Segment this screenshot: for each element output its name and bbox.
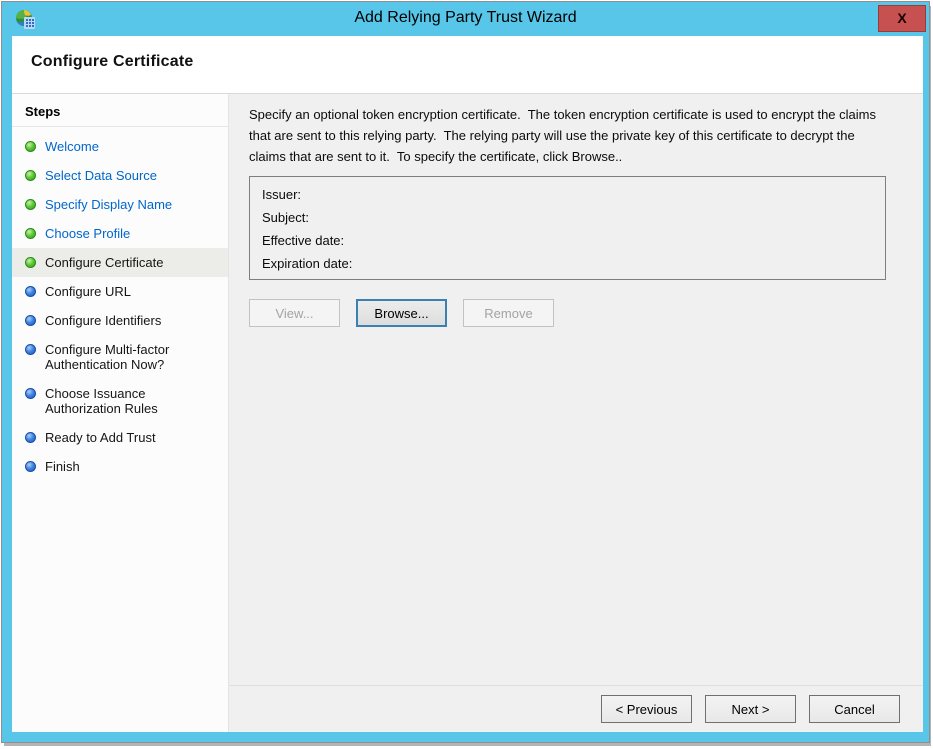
step-configure-url: Configure URL bbox=[12, 277, 228, 306]
upcoming-bullet-icon bbox=[25, 344, 36, 355]
window-title: Add Relying Party Trust Wizard bbox=[2, 9, 929, 27]
wizard-window: Add Relying Party Trust Wizard X Configu… bbox=[1, 1, 930, 743]
upcoming-bullet-icon bbox=[25, 461, 36, 472]
content-spacer bbox=[249, 327, 891, 685]
page-description: Specify an optional token encryption cer… bbox=[249, 104, 891, 167]
certificate-effective-date-label: Effective date: bbox=[262, 229, 873, 252]
step-configure-multi-factor-authentication-now: Configure Multi-factor Authentication No… bbox=[12, 335, 228, 379]
page-title: Configure Certificate bbox=[31, 53, 923, 71]
view-button: View... bbox=[249, 299, 340, 327]
upcoming-bullet-icon bbox=[25, 286, 36, 297]
step-select-data-source[interactable]: Select Data Source bbox=[12, 161, 228, 190]
step-choose-issuance-authorization-rules: Choose Issuance Authorization Rules bbox=[12, 379, 228, 423]
steps-sidebar: Steps Welcome Select Data Source Specify… bbox=[12, 94, 229, 732]
title-bar[interactable]: Add Relying Party Trust Wizard X bbox=[2, 2, 929, 36]
step-specify-display-name[interactable]: Specify Display Name bbox=[12, 190, 228, 219]
step-welcome[interactable]: Welcome bbox=[12, 132, 228, 161]
certificate-actions: View... Browse... Remove bbox=[249, 299, 891, 327]
main-pane: Specify an optional token encryption cer… bbox=[229, 94, 923, 732]
cancel-button[interactable]: Cancel bbox=[809, 695, 900, 723]
completed-bullet-icon bbox=[25, 170, 36, 181]
certificate-subject-label: Subject: bbox=[262, 206, 873, 229]
certificate-expiration-date-label: Expiration date: bbox=[262, 252, 873, 275]
upcoming-bullet-icon bbox=[25, 315, 36, 326]
certificate-details-box: Issuer: Subject: Effective date: Expirat… bbox=[249, 176, 886, 280]
step-configure-certificate[interactable]: Configure Certificate bbox=[12, 248, 228, 277]
upcoming-bullet-icon bbox=[25, 432, 36, 443]
window-body: Configure Certificate Steps Welcome Sele… bbox=[12, 36, 923, 732]
steps-list: Welcome Select Data Source Specify Displ… bbox=[12, 127, 228, 481]
step-configure-identifiers: Configure Identifiers bbox=[12, 306, 228, 335]
step-choose-profile[interactable]: Choose Profile bbox=[12, 219, 228, 248]
completed-bullet-icon bbox=[25, 141, 36, 152]
page-header: Configure Certificate bbox=[12, 36, 923, 94]
completed-bullet-icon bbox=[25, 257, 36, 268]
wizard-footer: < Previous Next > Cancel bbox=[229, 685, 923, 732]
remove-button: Remove bbox=[463, 299, 554, 327]
certificate-issuer-label: Issuer: bbox=[262, 183, 873, 206]
close-button[interactable]: X bbox=[878, 5, 926, 32]
steps-heading: Steps bbox=[12, 100, 228, 127]
next-button[interactable]: Next > bbox=[705, 695, 796, 723]
completed-bullet-icon bbox=[25, 199, 36, 210]
step-ready-to-add-trust: Ready to Add Trust bbox=[12, 423, 228, 452]
upcoming-bullet-icon bbox=[25, 388, 36, 399]
browse-button[interactable]: Browse... bbox=[356, 299, 447, 327]
completed-bullet-icon bbox=[25, 228, 36, 239]
step-finish: Finish bbox=[12, 452, 228, 481]
previous-button[interactable]: < Previous bbox=[601, 695, 692, 723]
